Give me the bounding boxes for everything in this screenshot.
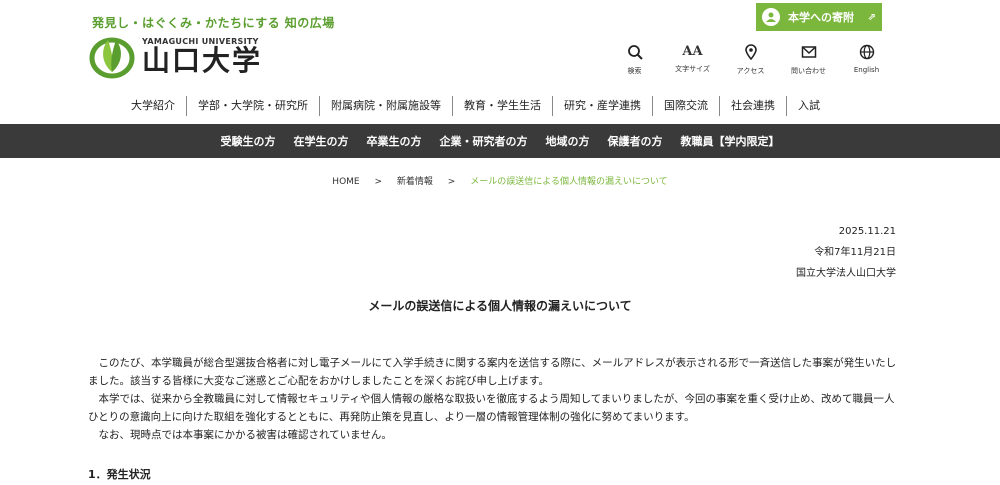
article-body: このたび、本学職員が総合型選抜合格者に対し電子メールにて入学手続きに関する案内を… xyxy=(88,354,903,444)
breadcrumb-separator: > xyxy=(374,177,383,187)
gnav-about[interactable]: 大学紹介 xyxy=(120,96,186,116)
publisher: 国立大学法人山口大学 xyxy=(796,268,896,279)
breadcrumb: HOME > 新着情報 > メールの誤送信による個人情報の漏えいについて xyxy=(0,174,1000,187)
donate-icon xyxy=(762,8,780,26)
audience-staff[interactable]: 教職員【学内限定】 xyxy=(681,133,780,149)
logo-japanese: 山口大学 xyxy=(142,43,263,77)
audience-students[interactable]: 在学生の方 xyxy=(294,133,349,149)
article-meta: 2025.11.21 令和7年11月21日 国立大学法人山口大学 xyxy=(796,221,896,284)
gnav-faculties[interactable]: 学部・大学院・研究所 xyxy=(186,96,319,116)
search-icon xyxy=(627,45,643,60)
article-paragraph: 本学では、従来から全教職員に対して情報セキュリティや個人情報の厳格な取扱いを徹底… xyxy=(88,393,895,423)
contact-button[interactable]: 問い合わせ xyxy=(786,44,831,76)
audience-companies[interactable]: 企業・研究者の方 xyxy=(440,133,528,149)
gnav-admissions[interactable]: 入試 xyxy=(786,96,831,116)
audience-applicants[interactable]: 受験生の方 xyxy=(221,133,276,149)
article-paragraph: このたび、本学職員が総合型選抜合格者に対し電子メールにて入学手続きに関する案内を… xyxy=(88,357,897,387)
access-button[interactable]: アクセス xyxy=(728,44,773,76)
logo-leaf-icon xyxy=(89,37,135,79)
publish-date-japanese: 令和7年11月21日 xyxy=(814,247,896,258)
global-nav: 大学紹介 学部・大学院・研究所 附属病院・附属施設等 教育・学生生活 研究・産学… xyxy=(120,96,831,116)
english-label: English xyxy=(853,66,880,74)
map-pin-icon xyxy=(744,44,757,60)
site-tagline: 発見し・はぐくみ・かたちにする 知の広場 xyxy=(92,16,335,30)
donate-label: 本学への寄附 xyxy=(788,11,854,24)
audience-parents[interactable]: 保護者の方 xyxy=(608,133,663,149)
gnav-international[interactable]: 国際交流 xyxy=(652,96,719,116)
audience-community[interactable]: 地域の方 xyxy=(546,133,590,149)
contact-label: 問い合わせ xyxy=(791,67,826,75)
gnav-hospital[interactable]: 附属病院・附属施設等 xyxy=(319,96,452,116)
article-paragraph: なお、現時点では本事案にかかる被害は確認されていません。 xyxy=(98,429,392,441)
english-button[interactable]: English xyxy=(844,44,889,76)
search-button[interactable]: 検索 xyxy=(612,44,657,76)
access-label: アクセス xyxy=(736,67,765,75)
gnav-research[interactable]: 研究・産学連携 xyxy=(552,96,652,116)
font-size-icon: AA xyxy=(682,44,703,59)
gnav-education[interactable]: 教育・学生生活 xyxy=(452,96,552,116)
site-logo[interactable]: YAMAGUCHI UNIVERSITY 山口大学 xyxy=(88,32,262,80)
font-size-label: 文字サイズ xyxy=(675,65,710,73)
audience-alumni[interactable]: 卒業生の方 xyxy=(367,133,422,149)
utility-nav: 検索 AA 文字サイズ アクセス 問い合わせ English xyxy=(612,44,902,76)
mail-icon xyxy=(801,46,816,58)
breadcrumb-current: メールの誤送信による個人情報の漏えいについて xyxy=(470,177,668,187)
breadcrumb-home[interactable]: HOME xyxy=(332,177,359,187)
globe-icon xyxy=(859,44,874,60)
article-title: メールの誤送信による個人情報の漏えいについて xyxy=(368,299,632,313)
site-header: 発見し・はぐくみ・かたちにする 知の広場 YAMAGUCHI UNIVERSIT… xyxy=(0,0,1000,124)
breadcrumb-news[interactable]: 新着情報 xyxy=(397,177,433,187)
publish-date: 2025.11.21 xyxy=(838,226,896,237)
donate-button[interactable]: 本学への寄附 ⇗ xyxy=(756,3,882,31)
font-size-button[interactable]: AA 文字サイズ xyxy=(670,44,715,76)
section-heading: 1．発生状況 xyxy=(88,468,151,481)
external-link-icon: ⇗ xyxy=(867,11,876,23)
search-label: 検索 xyxy=(627,67,642,75)
breadcrumb-separator: > xyxy=(447,177,456,187)
gnav-community[interactable]: 社会連携 xyxy=(719,96,786,116)
audience-nav: 受験生の方 在学生の方 卒業生の方 企業・研究者の方 地域の方 保護者の方 教職… xyxy=(0,124,1000,158)
